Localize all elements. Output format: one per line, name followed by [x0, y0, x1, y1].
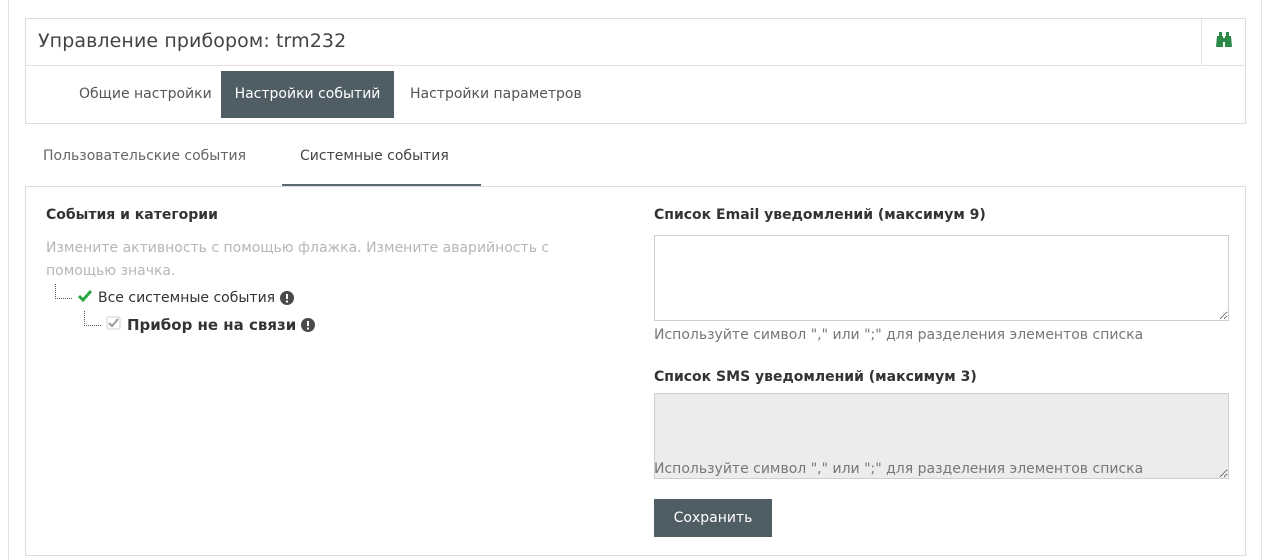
tab-system-events[interactable]: Системные события — [282, 126, 481, 186]
sms-list-title: Список SMS уведомлений (максимум 3) — [654, 369, 977, 385]
tree-connector — [55, 284, 72, 299]
device-header-panel: Управление прибором: trm232 Общие настро… — [25, 18, 1246, 124]
tree-item-device-offline[interactable]: Прибор не на связи — [106, 316, 316, 334]
tab-parameter-settings[interactable]: Настройки параметров — [404, 71, 588, 118]
exclamation-circle-icon[interactable] — [301, 318, 316, 332]
tree-item-all-system-events[interactable]: Все системные события — [77, 289, 295, 307]
checkbox-checked-icon[interactable] — [106, 316, 122, 334]
tab-event-settings[interactable]: Настройки событий — [221, 71, 394, 118]
events-section-title: События и категории — [46, 207, 218, 223]
checkbox-checked-icon[interactable] — [77, 289, 93, 307]
save-button[interactable]: Сохранить — [654, 499, 772, 537]
search-button[interactable] — [1201, 19, 1245, 65]
main-tabs: Общие настройки Настройки событий Настро… — [26, 66, 1245, 124]
email-list-note: Используйте символ "," или ";" для разде… — [654, 327, 1144, 343]
tree-item-label: Все системные события — [98, 290, 276, 306]
binoculars-icon — [1215, 32, 1233, 52]
tree-connector — [84, 311, 101, 326]
event-sub-tabs: Пользовательские события Системные событ… — [25, 126, 1246, 186]
tab-user-events[interactable]: Пользовательские события — [43, 126, 246, 186]
email-list-input[interactable] — [654, 235, 1229, 321]
page-title: Управление прибором: trm232 — [38, 30, 347, 52]
tree-item-label: Прибор не на связи — [127, 316, 297, 334]
events-hint: Измените активность с помощью флажка. Из… — [46, 240, 550, 279]
email-list-title: Список Email уведомлений (максимум 9) — [654, 207, 986, 223]
title-row: Управление прибором: trm232 — [26, 19, 1245, 66]
events-content-panel: События и категории Измените активность … — [25, 186, 1246, 556]
tab-general-settings[interactable]: Общие настройки — [73, 71, 218, 118]
sms-list-note: Используйте символ "," или ";" для разде… — [654, 461, 1144, 477]
exclamation-circle-icon[interactable] — [280, 291, 295, 305]
